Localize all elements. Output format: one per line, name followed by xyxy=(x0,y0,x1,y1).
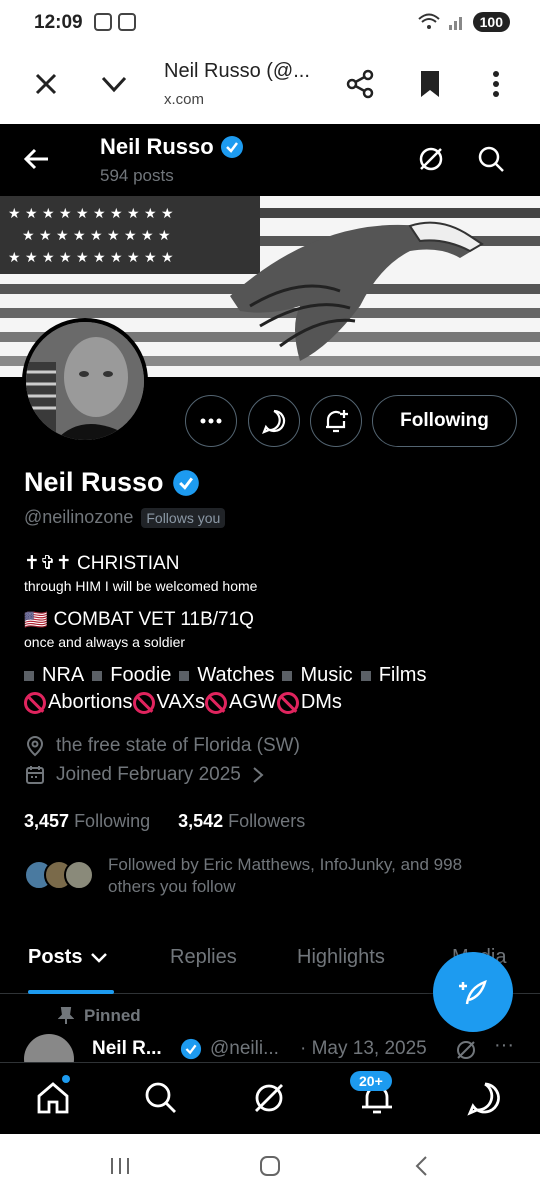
us-flag-emoji: 🇺🇸 xyxy=(24,610,48,631)
system-navigation-bar xyxy=(0,1134,540,1200)
pinned-label: Pinned xyxy=(58,1006,141,1026)
square-bullet-icon xyxy=(179,670,190,681)
more-horizontal-icon xyxy=(200,418,222,424)
follows-you-badge: Follows you xyxy=(141,507,226,528)
header-posts-count: 594 posts xyxy=(100,166,174,185)
post-date: · May 13, 2025 xyxy=(300,1038,427,1059)
search-icon[interactable] xyxy=(476,144,506,174)
square-bullet-icon xyxy=(282,670,293,681)
square-bullet-icon xyxy=(24,670,34,681)
post-author-handle: @neili... xyxy=(210,1038,279,1059)
header-name: Neil Russo xyxy=(100,134,244,160)
profile-name: Neil Russo xyxy=(24,467,200,498)
system-home-icon[interactable] xyxy=(258,1154,282,1178)
grok-icon[interactable] xyxy=(250,1079,288,1117)
post-author-name[interactable]: Neil R... xyxy=(92,1038,162,1060)
calendar-icon xyxy=(26,766,44,784)
message-button[interactable] xyxy=(248,395,300,447)
recent-apps-icon[interactable] xyxy=(108,1154,132,1178)
grok-icon[interactable] xyxy=(454,1038,478,1062)
followed-by-text: Followed by Eric Matthews, InfoJunky, an… xyxy=(108,855,463,896)
pinned-post-header[interactable]: Neil R... @neili... · May 13, 2025 ··· xyxy=(24,1034,524,1084)
status-right: 100 xyxy=(417,12,510,32)
profile-handle-row: @neilinozone Follows you xyxy=(24,507,226,528)
bell-plus-icon xyxy=(326,410,348,433)
location-pin-icon xyxy=(26,735,44,757)
avatar xyxy=(64,860,94,890)
app-notification-icon xyxy=(118,13,136,31)
tab-highlights[interactable]: Highlights xyxy=(297,946,385,969)
more-vertical-icon[interactable] xyxy=(480,68,512,100)
chevron-right-icon xyxy=(253,767,264,783)
browser-toolbar: Neil Russo (@... x.com xyxy=(0,46,540,124)
home-icon[interactable] xyxy=(34,1079,72,1117)
post-more-button[interactable]: ··· xyxy=(494,1034,514,1057)
svg-text:★ ★ ★ ★ ★ ★ ★ ★ ★ ★: ★ ★ ★ ★ ★ ★ ★ ★ ★ ★ xyxy=(8,206,174,222)
followers-stat[interactable]: 3,542 Followers xyxy=(178,811,305,832)
status-bar: 12:09 100 xyxy=(0,0,540,46)
browser-page-title: Neil Russo (@... xyxy=(164,60,310,82)
verified-badge-icon[interactable] xyxy=(172,469,200,497)
bio-line-2: through HIM I will be welcomed home xyxy=(24,578,258,594)
followed-by[interactable]: Followed by Eric Matthews, InfoJunky, an… xyxy=(24,852,524,902)
battery-indicator: 100 xyxy=(472,12,510,32)
bio-opposed: Abortions VAXs AGW DMs xyxy=(24,691,342,714)
tab-replies[interactable]: Replies xyxy=(170,946,237,969)
profile-joined[interactable]: Joined February 2025 xyxy=(24,764,265,786)
bio-line-4: once and always a soldier xyxy=(24,634,186,650)
profile-avatar[interactable] xyxy=(22,318,148,444)
following-stat[interactable]: 3,457 Following xyxy=(24,811,150,832)
signal-icon xyxy=(448,17,462,30)
following-button[interactable]: Following xyxy=(372,395,517,447)
profile-header: Neil Russo 594 posts xyxy=(0,124,540,196)
verified-badge-icon xyxy=(220,136,243,158)
home-unread-dot xyxy=(62,1075,70,1083)
prohibited-icon xyxy=(24,691,46,714)
pin-icon xyxy=(58,1007,74,1024)
message-icon xyxy=(262,409,286,434)
chevron-down-icon[interactable] xyxy=(96,66,132,102)
square-bullet-icon xyxy=(92,670,103,681)
status-icons xyxy=(94,13,136,31)
browser-url[interactable]: x.com xyxy=(164,91,204,108)
svg-text:★ ★ ★ ★ ★ ★ ★ ★ ★ ★: ★ ★ ★ ★ ★ ★ ★ ★ ★ ★ xyxy=(8,250,174,266)
active-tab-indicator xyxy=(28,990,114,994)
follow-stats: 3,457 Following 3,542 Followers xyxy=(24,811,305,832)
screenshot-icon xyxy=(94,13,112,31)
avatar-photo xyxy=(26,322,144,440)
notify-button[interactable] xyxy=(310,395,362,447)
close-icon[interactable] xyxy=(28,66,64,102)
bookmark-icon[interactable] xyxy=(414,68,446,100)
search-icon[interactable] xyxy=(142,1079,180,1117)
svg-text:★ ★ ★ ★ ★ ★ ★ ★ ★: ★ ★ ★ ★ ★ ★ ★ ★ ★ xyxy=(22,228,171,244)
square-bullet-icon xyxy=(360,670,371,681)
compose-post-button[interactable] xyxy=(433,952,513,1032)
tab-posts[interactable]: Posts xyxy=(28,946,108,969)
notification-count-badge: 20+ xyxy=(350,1071,392,1091)
bio-line-3: 🇺🇸 COMBAT VET 11B/71Q xyxy=(24,609,254,631)
messages-icon[interactable] xyxy=(466,1079,504,1117)
bottom-navigation: 20+ xyxy=(0,1062,540,1134)
share-icon[interactable] xyxy=(344,68,376,100)
bio-line-1: ✝✞✝ CHRISTIAN xyxy=(24,553,180,574)
chevron-down-icon xyxy=(91,952,108,963)
prohibited-icon xyxy=(205,691,228,714)
followed-by-avatars xyxy=(24,860,94,892)
prohibited-icon xyxy=(132,691,155,714)
more-options-button[interactable] xyxy=(185,395,237,447)
verified-badge-icon xyxy=(180,1038,202,1060)
compose-feather-icon xyxy=(459,979,487,1005)
system-back-icon[interactable] xyxy=(410,1154,434,1178)
wifi-icon xyxy=(417,13,440,29)
bio-interests: NRA Foodie Watches Music Films xyxy=(24,664,426,687)
profile-location: the free state of Florida (SW) xyxy=(24,735,300,757)
profile-handle: @neilinozone xyxy=(24,507,134,527)
prohibited-icon xyxy=(276,691,299,714)
clock: 12:09 xyxy=(34,12,83,33)
grok-icon[interactable] xyxy=(416,144,446,174)
back-arrow-icon[interactable] xyxy=(22,144,52,174)
